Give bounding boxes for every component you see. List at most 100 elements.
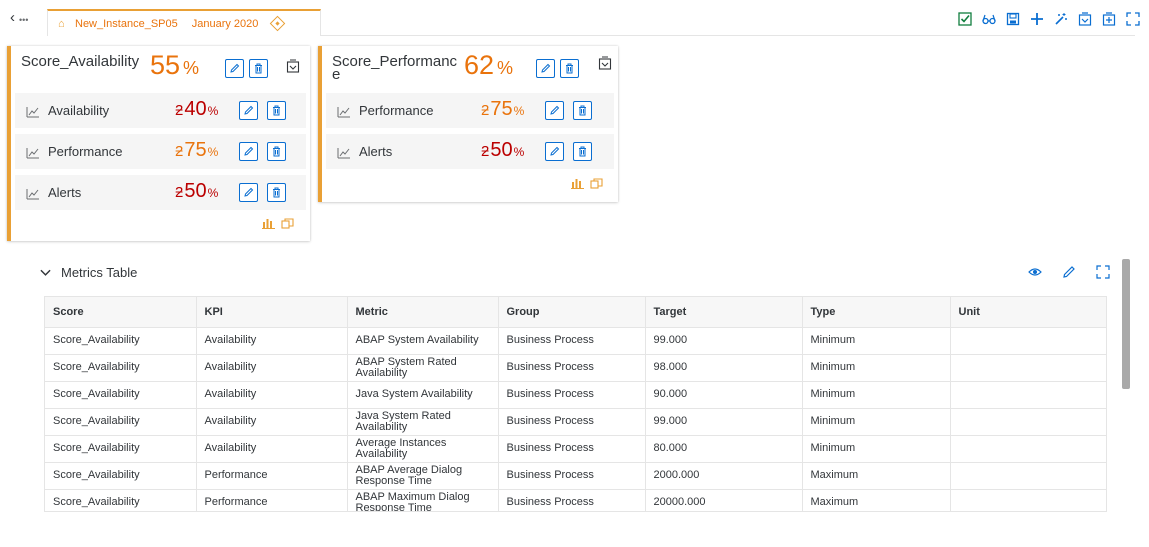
pencil-icon bbox=[244, 146, 254, 156]
table-cell: ABAP System Rated Availability bbox=[347, 354, 499, 382]
kpi-row[interactable]: Performance ƻ75% bbox=[326, 93, 614, 128]
table-cell: Score_Availability bbox=[45, 354, 197, 382]
metrics-section-header[interactable]: Metrics Table bbox=[40, 265, 137, 280]
expand-all-icon[interactable] bbox=[1101, 11, 1117, 27]
table-cell: Java System Rated Availability bbox=[347, 408, 499, 436]
score-number: 55 bbox=[150, 50, 181, 80]
back-navigation[interactable]: ‹ ••• bbox=[10, 10, 29, 25]
column-header[interactable]: Group bbox=[498, 297, 646, 328]
table-cell: Maximum bbox=[802, 489, 951, 511]
table-cell: Score_Availability bbox=[45, 489, 197, 511]
magic-wand-icon[interactable] bbox=[1053, 11, 1069, 27]
table-row[interactable]: Score_Availability Availability ABAP Syste… bbox=[45, 327, 1106, 355]
kpi-label: Availability bbox=[48, 103, 110, 118]
column-header[interactable]: Type bbox=[802, 297, 951, 328]
table-cell: Performance bbox=[196, 462, 348, 490]
table-cell: Availability bbox=[196, 354, 348, 382]
save-icon[interactable] bbox=[1005, 11, 1021, 27]
kpi-value: ƻ50% bbox=[481, 139, 525, 161]
column-header[interactable]: Metric bbox=[347, 297, 499, 328]
table-row[interactable]: Score_Availability Performance ABAP Averag… bbox=[45, 462, 1106, 490]
check-icon[interactable] bbox=[957, 11, 973, 27]
kpi-row[interactable]: Performance ƻ75% bbox=[15, 134, 306, 169]
table-cell: ABAP Average Dialog Response Time bbox=[347, 462, 499, 490]
bar-chart-icon[interactable] bbox=[571, 176, 584, 189]
table-cell: 98.000 bbox=[645, 354, 803, 382]
table-row[interactable]: Score_Availability Availability Average In… bbox=[45, 435, 1106, 463]
copy-icon[interactable] bbox=[281, 216, 294, 229]
table-row[interactable]: Score_Availability Performance ABAP Maximu… bbox=[45, 489, 1106, 511]
column-header[interactable]: Target bbox=[645, 297, 803, 328]
table-cell: 99.000 bbox=[645, 327, 803, 355]
edit-button[interactable] bbox=[239, 142, 258, 161]
glasses-icon[interactable] bbox=[981, 11, 997, 27]
instance-tab[interactable]: ⌂ New_Instance_SP05 January 2020 bbox=[47, 9, 321, 36]
pencil-icon[interactable] bbox=[1062, 265, 1076, 279]
pencil-icon bbox=[230, 63, 240, 73]
table-cell: Availability bbox=[196, 327, 348, 355]
score-card-availability[interactable]: Score_Availability 55% Availability ƻ40%… bbox=[7, 46, 310, 241]
edit-button[interactable] bbox=[536, 59, 555, 78]
fullscreen-icon[interactable] bbox=[1125, 11, 1141, 27]
fullscreen-icon[interactable] bbox=[1096, 265, 1110, 279]
edit-button[interactable] bbox=[239, 101, 258, 120]
edit-button[interactable] bbox=[225, 59, 244, 78]
status-diamond-icon bbox=[270, 15, 286, 32]
edit-button[interactable] bbox=[545, 142, 564, 161]
vertical-scrollbar[interactable] bbox=[1122, 259, 1130, 389]
column-header[interactable]: Score bbox=[45, 297, 197, 328]
table-row[interactable]: Score_Availability Availability Java Syste… bbox=[45, 408, 1106, 436]
table-cell: 2000.000 bbox=[645, 462, 803, 490]
kpi-value: ƻ75% bbox=[175, 139, 219, 161]
delete-button[interactable] bbox=[267, 183, 286, 202]
eye-icon[interactable] bbox=[1028, 265, 1042, 279]
kpi-label: Alerts bbox=[48, 185, 82, 200]
table-cell: Maximum bbox=[802, 462, 951, 490]
table-cell bbox=[950, 327, 1106, 355]
kpi-value: ƻ40% bbox=[175, 98, 219, 120]
collapse-icon[interactable] bbox=[286, 59, 300, 73]
metrics-table: Score KPI Metric Group Target Type Unit … bbox=[44, 296, 1107, 512]
table-cell: Business Process bbox=[498, 354, 646, 382]
table-cell bbox=[950, 462, 1106, 490]
kpi-row[interactable]: Availability ƻ40% bbox=[15, 93, 306, 128]
edit-button[interactable] bbox=[239, 183, 258, 202]
table-cell: Minimum bbox=[802, 354, 951, 382]
column-header[interactable]: KPI bbox=[196, 297, 348, 328]
score-card-performance[interactable]: Score_Performance 62% Performance ƻ75% A… bbox=[318, 46, 618, 202]
table-cell: Minimum bbox=[802, 327, 951, 355]
home-icon: ⌂ bbox=[58, 17, 65, 30]
bar-chart-icon[interactable] bbox=[262, 216, 275, 229]
kpi-row[interactable]: Alerts ƻ50% bbox=[15, 175, 306, 210]
collapse-icon[interactable] bbox=[598, 56, 612, 70]
card-footer bbox=[262, 216, 294, 229]
delete-button[interactable] bbox=[560, 59, 579, 78]
metrics-toolbar bbox=[1028, 265, 1110, 279]
table-cell: Availability bbox=[196, 435, 348, 463]
table-row[interactable]: Score_Availability Availability Java Syste… bbox=[45, 381, 1106, 409]
copy-icon[interactable] bbox=[590, 176, 603, 189]
kpi-value: ƻ75% bbox=[481, 98, 525, 120]
delete-button[interactable] bbox=[267, 101, 286, 120]
edit-button[interactable] bbox=[545, 101, 564, 120]
score-unit: % bbox=[497, 58, 514, 78]
kpi-chart-icon bbox=[337, 146, 351, 159]
delete-button[interactable] bbox=[267, 142, 286, 161]
table-cell: Score_Availability bbox=[45, 408, 197, 436]
more-icon: ••• bbox=[19, 15, 29, 25]
chevron-down-icon[interactable] bbox=[40, 266, 51, 280]
add-icon[interactable] bbox=[1029, 11, 1045, 27]
delete-button[interactable] bbox=[573, 142, 592, 161]
table-row[interactable]: Score_Availability Availability ABAP Syste… bbox=[45, 354, 1106, 382]
kpi-chart-icon bbox=[26, 146, 40, 159]
column-header[interactable]: Unit bbox=[950, 297, 1106, 328]
score-unit: % bbox=[183, 58, 200, 78]
table-cell: Average Instances Availability bbox=[347, 435, 499, 463]
collapse-all-icon[interactable] bbox=[1077, 11, 1093, 27]
table-cell bbox=[950, 489, 1106, 511]
table-cell: Score_Availability bbox=[45, 462, 197, 490]
kpi-row[interactable]: Alerts ƻ50% bbox=[326, 134, 614, 169]
table-cell: ABAP System Availability bbox=[347, 327, 499, 355]
delete-button[interactable] bbox=[573, 101, 592, 120]
delete-button[interactable] bbox=[249, 59, 268, 78]
